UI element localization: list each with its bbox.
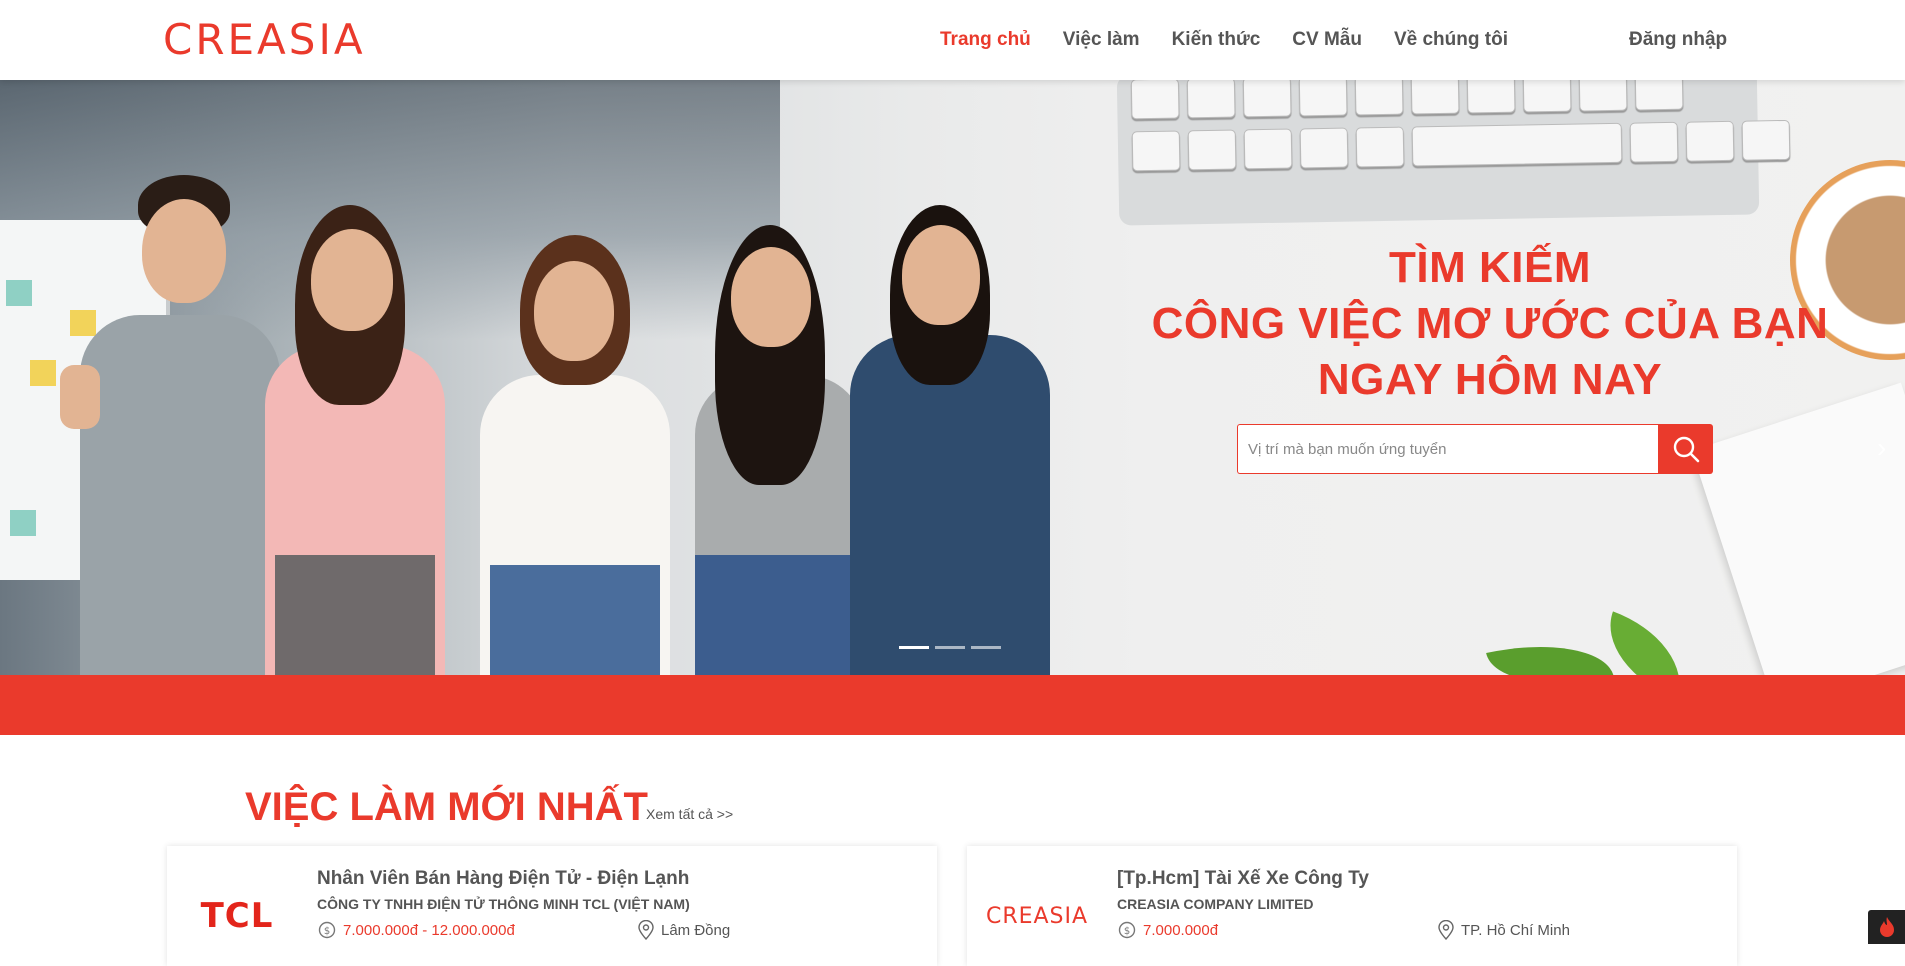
money-icon: $ [1118, 921, 1136, 939]
hero-title-line: NGAY HÔM NAY [1317, 355, 1663, 404]
nav-item-jobs[interactable]: Việc làm [1063, 28, 1140, 52]
location-pin-icon [638, 920, 654, 940]
job-salary: $ 7.000.000đ [1117, 920, 1218, 940]
chevron-right-icon[interactable]: › [1877, 432, 1886, 464]
main-nav: Trang chủ Việc làm Kiến thức CV Mẫu Về c… [940, 28, 1540, 52]
search-button[interactable] [1658, 424, 1713, 474]
carousel-dot[interactable] [971, 646, 1001, 649]
company-logo: TCL [187, 886, 287, 946]
nav-item-knowledge[interactable]: Kiến thức [1172, 28, 1261, 52]
section-title: VIỆC LÀM MỚI NHẤT [245, 785, 648, 829]
sticky-note [6, 280, 32, 306]
job-salary-value: 7.000.000đ - 12.000.000đ [343, 921, 515, 939]
site-header: CREASIA Trang chủ Việc làm Kiến thức CV … [0, 0, 1905, 80]
hero-title-line: TÌM KIẾM [1389, 243, 1591, 292]
logo-text: CREASIA [163, 15, 366, 64]
nav-item-home[interactable]: Trang chủ [940, 28, 1031, 52]
sticky-note [30, 360, 56, 386]
job-salary-value: 7.000.000đ [1143, 921, 1219, 939]
chat-widget-button[interactable] [1868, 910, 1905, 944]
job-location: Lâm Đồng [637, 920, 730, 940]
hero-title: TÌM KIẾM CÔNG VIỆC MƠ ƯỚC CỦA BẠN NGAY H… [1150, 240, 1830, 408]
company-logo: CREASIA [985, 886, 1089, 946]
job-company: CREASIA COMPANY LIMITED [1117, 896, 1314, 912]
job-card[interactable]: TCL Nhân Viên Bán Hàng Điện Tử - Điện Lạ… [167, 846, 937, 966]
hero-person [675, 225, 875, 675]
job-location-value: Lâm Đồng [661, 921, 731, 939]
job-card[interactable]: CREASIA [Tp.Hcm] Tài Xế Xe Công Ty CREAS… [967, 846, 1737, 966]
job-title[interactable]: Nhân Viên Bán Hàng Điện Tử - Điện Lạnh [317, 868, 689, 890]
hero-leaf [1486, 628, 1614, 675]
job-salary: $ 7.000.000đ - 12.000.000đ [317, 920, 515, 940]
fire-icon [1879, 917, 1894, 937]
money-icon: $ [318, 921, 336, 939]
sticky-note [10, 510, 36, 536]
company-logo-text: CREASIA [985, 903, 1089, 929]
search-icon [1673, 436, 1699, 463]
hero-title-line: CÔNG VIỆC MƠ ƯỚC CỦA BẠN [1151, 299, 1829, 348]
see-all-link[interactable]: Xem tất cả >> [646, 806, 733, 822]
nav-item-cv-templates[interactable]: CV Mẫu [1292, 28, 1362, 52]
job-company: CÔNG TY TNHH ĐIỆN TỬ THÔNG MINH TCL (VIỆ… [317, 896, 690, 912]
hero-person [850, 205, 1050, 675]
job-location-value: TP. Hồ Chí Minh [1461, 921, 1570, 939]
carousel-dot[interactable] [935, 646, 965, 649]
location-pin-icon [1438, 920, 1454, 940]
red-band [0, 675, 1905, 735]
creasia-logo[interactable]: CREASIA [163, 18, 366, 62]
hero-person [245, 205, 455, 675]
hero-keyboard [1116, 80, 1791, 226]
hero-person [470, 235, 680, 675]
carousel-dot[interactable] [899, 646, 929, 649]
job-search-input[interactable] [1237, 424, 1658, 474]
carousel-indicators [899, 646, 1001, 649]
nav-item-about[interactable]: Về chúng tôi [1394, 28, 1508, 52]
hero-notebook [1691, 382, 1905, 675]
job-location: TP. Hồ Chí Minh [1437, 920, 1570, 940]
svg-text:$: $ [1124, 926, 1130, 937]
company-logo-text: TCL [200, 896, 274, 936]
hero-banner: TÌM KIẾM CÔNG VIỆC MƠ ƯỚC CỦA BẠN NGAY H… [0, 80, 1905, 675]
job-title[interactable]: [Tp.Hcm] Tài Xế Xe Công Ty [1117, 868, 1369, 890]
login-link[interactable]: Đăng nhập [1629, 28, 1727, 52]
job-search-bar [1237, 424, 1713, 474]
svg-text:$: $ [324, 926, 330, 937]
